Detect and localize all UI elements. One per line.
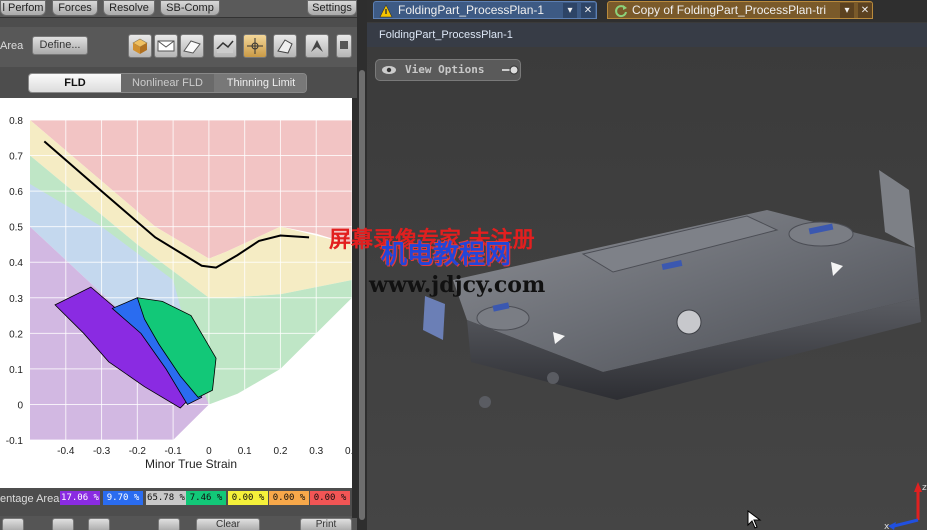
legend-item: 0.00 % xyxy=(228,491,268,505)
y-tick-label: -0.1 xyxy=(6,436,24,447)
x-tick-label: 0.2 xyxy=(273,446,287,457)
tool-icon-2[interactable] xyxy=(52,518,74,530)
x-tick-label: 0 xyxy=(206,446,212,457)
x-tick-label: 0.3 xyxy=(309,446,323,457)
legend-item: 7.46 % xyxy=(186,491,226,505)
tab-sb-comp[interactable]: SB-Comp xyxy=(160,0,220,16)
viewport-pane: FoldingPart_ProcessPlan-1 ▾ ✕ Copy of Fo… xyxy=(329,0,927,530)
area-legend: entage Area 17.06 % 9.70 % 65.78 % 7.46 % 0.… xyxy=(0,488,352,510)
tab-forces[interactable]: Forces xyxy=(52,0,98,16)
pin-icon[interactable] xyxy=(501,64,519,76)
axis-z-label: z xyxy=(922,483,927,493)
y-tick-label: 0.7 xyxy=(9,152,23,163)
refresh-icon xyxy=(615,5,627,18)
doc-tab-label-copy: Copy of FoldingPart_ProcessPlan-tri xyxy=(632,3,827,17)
y-tick-label: 0.6 xyxy=(9,187,23,198)
watermark-site-name: 机电教程网 xyxy=(381,240,512,270)
y-tick-label: 0.8 xyxy=(9,116,23,127)
y-tick-label: 0.2 xyxy=(9,329,23,340)
more-icon[interactable] xyxy=(336,34,352,58)
warning-icon xyxy=(379,4,393,18)
area-label: Area xyxy=(0,40,24,52)
legend-item: 65.78 % xyxy=(146,491,186,505)
tool-icon-1[interactable] xyxy=(2,518,24,530)
chevron-down-icon[interactable]: ▾ xyxy=(563,3,577,18)
mouse-cursor-icon xyxy=(747,510,762,529)
tool-icon-4[interactable] xyxy=(158,518,180,530)
tab-resolve[interactable]: Resolve xyxy=(103,0,155,16)
fld-chart: -0.4 -0.3 -0.2 -0.1 0 0.1 0.2 0.3 0.4 0.8 0.7 0.6 0.… xyxy=(6,116,352,471)
analysis-tab-bar: l Perfom Forces Resolve SB-Comp Settings xyxy=(0,0,357,18)
close-icon[interactable]: ✕ xyxy=(858,3,872,18)
chevron-down-icon[interactable]: ▾ xyxy=(840,3,854,18)
y-tick-label: 0.1 xyxy=(9,365,23,376)
fold-icon[interactable] xyxy=(273,34,297,58)
x-tick-label: 0.1 xyxy=(238,446,252,457)
tool-icon-3[interactable] xyxy=(88,518,110,530)
legend-label: entage Area xyxy=(0,493,60,505)
tab-perform[interactable]: l Perfom xyxy=(0,0,46,16)
x-tick-label: -0.4 xyxy=(57,446,75,457)
bottom-toolbar: Clear Print xyxy=(0,516,357,530)
x-axis-label: Minor True Strain xyxy=(145,457,237,471)
cube-icon[interactable] xyxy=(128,34,152,58)
x-tick-label: 0.4 xyxy=(345,446,352,457)
print-button[interactable]: Print xyxy=(300,518,352,530)
watermark-url: www.jdjcy.com xyxy=(369,272,546,298)
tab-thinning-limit[interactable]: Thinning Limit xyxy=(214,74,306,92)
doc-tab-processplan-1[interactable]: FoldingPart_ProcessPlan-1 ▾ ✕ xyxy=(373,1,597,19)
document-tab-bar: FoldingPart_ProcessPlan-1 ▾ ✕ Copy of Fo… xyxy=(367,0,927,22)
x-tick-label: -0.1 xyxy=(164,446,182,457)
legend-item: 0.00 % xyxy=(310,491,350,505)
define-button[interactable]: Define... xyxy=(32,36,88,55)
tab-settings[interactable]: Settings xyxy=(307,0,357,16)
x-tick-label: -0.3 xyxy=(93,446,111,457)
axis-x-label: x xyxy=(884,522,890,530)
view-options-label: View Options xyxy=(405,63,485,76)
doc-tab-copy[interactable]: Copy of FoldingPart_ProcessPlan-tri ▾ ✕ xyxy=(607,1,873,19)
view-options-button[interactable]: View Options xyxy=(375,59,521,81)
formed-part-icon[interactable] xyxy=(213,34,237,58)
eye-icon xyxy=(382,66,396,74)
legend-item: 9.70 % xyxy=(103,491,143,505)
arrow-fold-icon[interactable] xyxy=(305,34,329,58)
clear-button[interactable]: Clear xyxy=(196,518,260,530)
legend-item: 17.06 % xyxy=(60,491,100,505)
x-tick-label: -0.2 xyxy=(129,446,147,457)
y-tick-label: 0.3 xyxy=(9,294,23,305)
legend-item: 0.00 % xyxy=(269,491,309,505)
y-tick-label: 0.5 xyxy=(9,223,23,234)
tab-fld[interactable]: FLD xyxy=(29,74,121,92)
y-tick-label: 0.4 xyxy=(9,258,23,269)
y-tick-label: 0 xyxy=(17,400,23,411)
crosshair-icon[interactable] xyxy=(243,34,267,58)
close-icon[interactable]: ✕ xyxy=(581,3,595,18)
pane-splitter[interactable] xyxy=(357,0,367,530)
analysis-panel: l Perfom Forces Resolve SB-Comp Settings… xyxy=(0,0,357,530)
folded-sheet-icon[interactable] xyxy=(180,34,204,58)
fld-mode-selector: FLD Nonlinear FLD Thinning Limit xyxy=(28,73,307,93)
envelope-icon[interactable] xyxy=(154,34,178,58)
axis-triad-icon: z x xyxy=(884,482,927,530)
breadcrumb: FoldingPart_ProcessPlan-1 xyxy=(367,23,927,47)
tab-nonlinear-fld[interactable]: Nonlinear FLD xyxy=(121,74,214,92)
doc-tab-label: FoldingPart_ProcessPlan-1 xyxy=(398,3,545,17)
